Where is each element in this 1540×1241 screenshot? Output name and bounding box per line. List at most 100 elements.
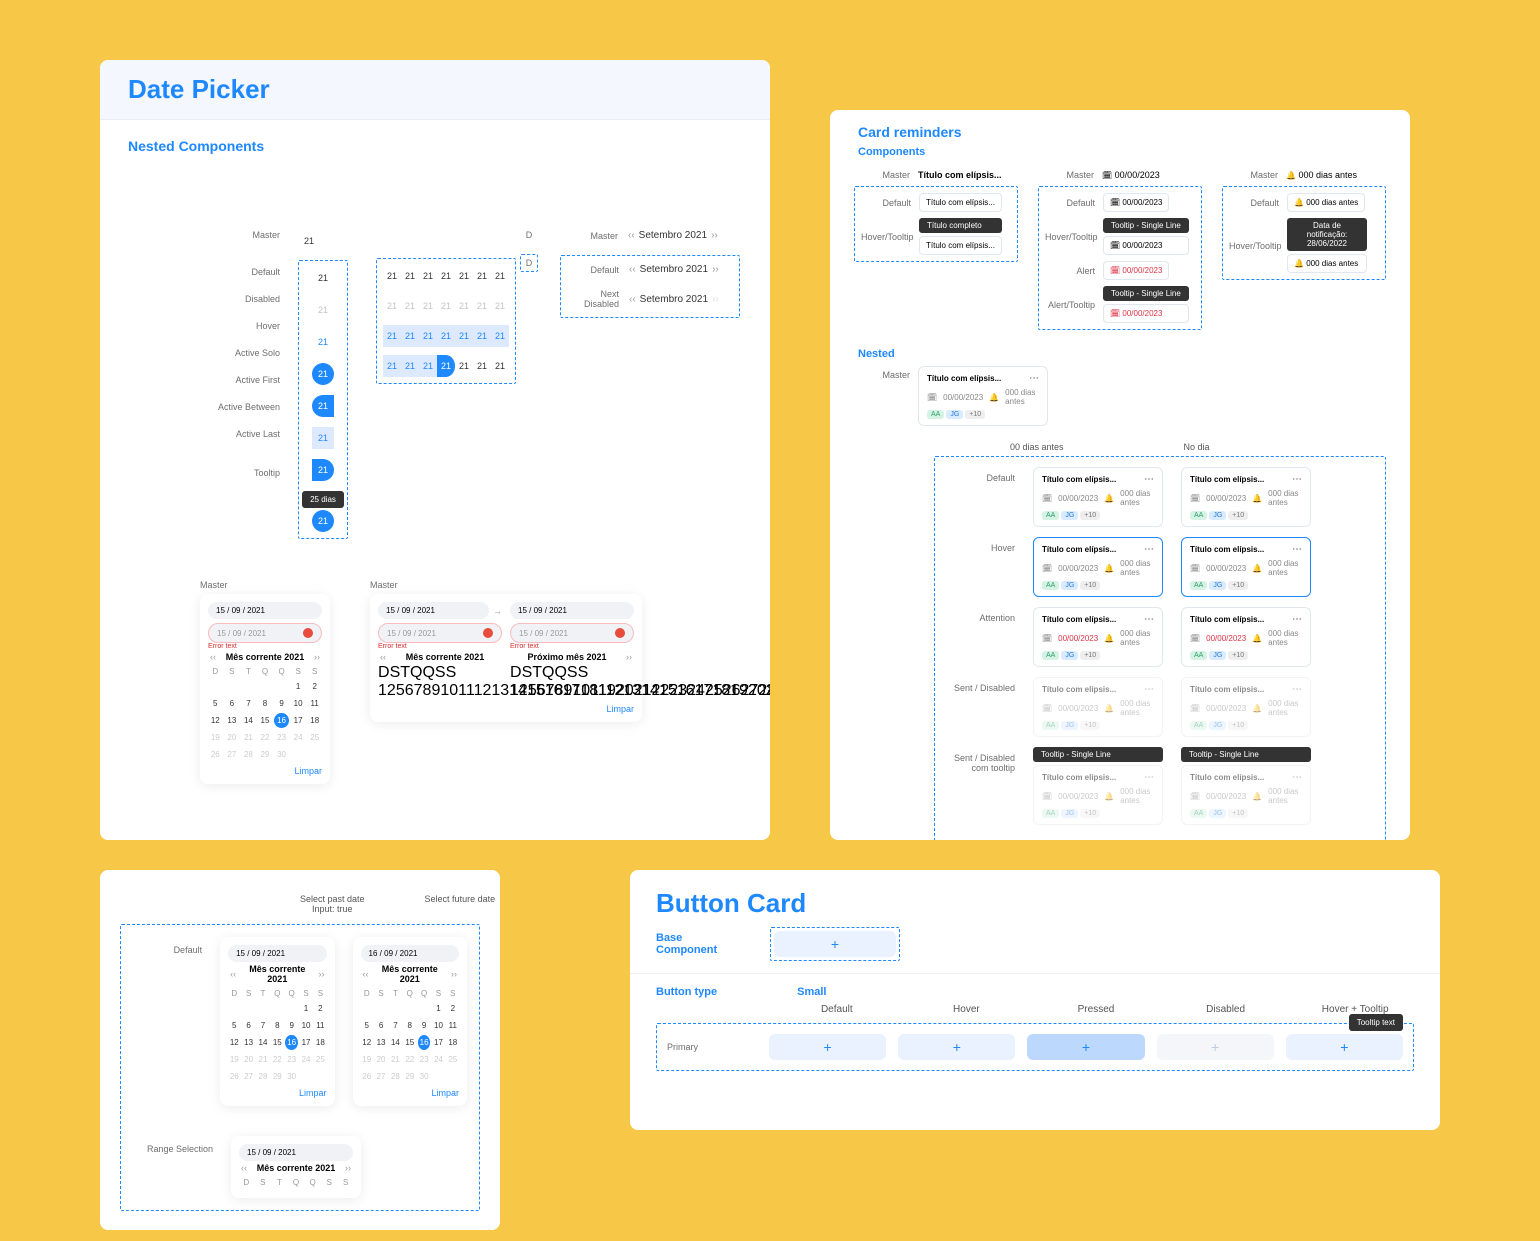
date-input[interactable]: 16 / 09 / 2021 [361,945,459,962]
more-icon[interactable]: ⋯ [1292,544,1302,555]
calendar-day[interactable]: 12 [208,713,223,728]
add-button-hover[interactable]: + [898,1034,1015,1060]
calendar-day[interactable]: 22 [258,730,273,745]
calendar-day[interactable]: 7 [389,1018,401,1033]
calendar-day[interactable]: 15 [271,1035,283,1050]
calendar-day[interactable]: 14 [257,1035,269,1050]
chip-plus[interactable]: +10 [1080,809,1100,818]
date-input[interactable]: 15 / 09 / 2021 [228,945,326,962]
calendar-day[interactable]: 7 [414,682,423,699]
date-input-err-to[interactable]: 15 / 09 / 2021 [510,623,634,643]
calendar-day[interactable]: 25 [314,1052,326,1067]
calendar-day[interactable]: 21 [257,1052,269,1067]
calendar-day[interactable]: 5 [528,682,537,699]
chevron-right-icon[interactable]: ›› [449,969,459,979]
calendar-day[interactable]: 8 [404,1018,416,1033]
date-input-from[interactable]: 15 / 09 / 2021 [378,602,489,619]
calendar-day[interactable]: 10 [432,1018,444,1033]
calendar-day[interactable]: 11 [314,1018,326,1033]
calendar-day[interactable]: 11 [590,682,605,699]
calendar-day[interactable]: 24 [432,1052,444,1067]
calendar-day[interactable]: 5 [228,1018,240,1033]
day-active-first[interactable]: 21 [312,395,334,417]
date-input-error[interactable]: 15 / 09 / 2021 [208,623,322,643]
calendar-day[interactable]: 23 [418,1052,430,1067]
calendar-day[interactable]: 7 [546,682,555,699]
calendar-day[interactable]: 9 [274,696,289,711]
calendar-day[interactable]: 20 [225,730,240,745]
clear-button[interactable]: Limpar [361,1084,459,1098]
calendar-day[interactable]: 11 [458,682,473,699]
add-button-pressed[interactable]: + [1027,1034,1144,1060]
wd[interactable]: 21 [437,325,455,347]
chevron-left-icon[interactable]: ‹‹ [378,652,388,662]
calendar-day[interactable]: 28 [241,747,256,762]
chip-plus[interactable]: +10 [1080,721,1100,730]
chevron-right-icon[interactable]: ›› [312,652,322,662]
wd[interactable]: 21 [473,265,491,287]
calendar-day[interactable]: 11 [307,696,322,711]
calendar-day[interactable]: 15 [258,713,273,728]
wd[interactable]: 21 [491,265,509,287]
calendar-day[interactable]: 18 [712,682,730,699]
add-button-hover-tt[interactable]: + [1286,1034,1403,1060]
clear-button[interactable]: Limpar [510,700,634,714]
calendar-day[interactable]: 1 [432,1001,444,1016]
calendar-day[interactable]: 2 [387,682,396,699]
calendar-day[interactable]: 19 [208,730,223,745]
clear-button[interactable]: Limpar [228,1084,326,1098]
calendar-day[interactable]: 26 [208,747,223,762]
calendar-day[interactable]: 17 [432,1035,444,1050]
chip-plus[interactable]: +10 [1228,809,1248,818]
calendar-day[interactable]: 1 [291,679,306,694]
more-icon[interactable]: ⋯ [1144,772,1154,783]
calendar-day[interactable]: 2 [447,1001,459,1016]
calendar-day[interactable]: 17 [300,1035,312,1050]
calendar-day[interactable]: 8 [258,696,273,711]
wd[interactable]: 21 [473,355,491,377]
date-alert[interactable]: 00/00/2023 [1103,261,1169,280]
calendar-day[interactable]: 2 [307,679,322,694]
calendar-day[interactable]: 23 [285,1052,297,1067]
more-icon[interactable]: ⋯ [1292,614,1302,625]
chevron-right-icon[interactable]: ›› [343,1163,353,1173]
calendar-day[interactable]: 12 [228,1035,240,1050]
calendar-day[interactable]: 13 [623,682,641,699]
calendar-day[interactable]: 29 [258,747,273,762]
calendar-day[interactable]: 30 [418,1069,430,1084]
calendar-day[interactable]: 27 [375,1069,387,1084]
calendar-day[interactable]: 15 [659,682,677,699]
calendar-day[interactable]: 23 [274,730,289,745]
chevron-right-icon[interactable]: ›› [624,652,634,662]
reminder-card[interactable]: Título com elípsis...⋯00/00/2023000 dias… [1181,765,1311,825]
reminder-card[interactable]: Título com elípsis...⋯00/00/2023000 dias… [1181,467,1311,527]
wd[interactable]: 21 [491,325,509,347]
calendar-day[interactable]: 5 [396,682,405,699]
calendar-day[interactable]: 7 [241,696,256,711]
title-hover[interactable]: Título com elípsis... [919,236,1002,255]
calendar-day[interactable]: 30 [274,747,289,762]
calendar-day[interactable]: 24 [291,730,306,745]
days-default[interactable]: 000 dias antes [1287,193,1365,212]
day-tooltip[interactable]: 21 [312,510,334,532]
title-default[interactable]: Título com elípsis... [919,193,1002,212]
calendar-day[interactable]: 16 [418,1035,430,1050]
calendar-day[interactable]: 16 [677,682,695,699]
wd[interactable]: 21 [401,325,419,347]
calendar-day[interactable]: 5 [361,1018,373,1033]
more-icon[interactable]: ⋯ [1144,614,1154,625]
calendar-day[interactable]: 28 [389,1069,401,1084]
calendar-day[interactable]: 29 [271,1069,283,1084]
wd[interactable]: 21 [455,355,473,377]
wd[interactable]: 21 [383,325,401,347]
chevron-left-icon[interactable]: ‹‹ [239,1163,249,1173]
calendar-day[interactable]: 12 [474,682,492,699]
chip-plus[interactable]: +10 [1080,511,1100,520]
add-button-default[interactable]: + [769,1034,886,1060]
chevron-left-icon[interactable]: ‹‹ [629,264,636,275]
date-alert-hover[interactable]: 00/00/2023 [1103,304,1189,323]
calendar-day[interactable]: 16 [274,713,289,728]
days-hover[interactable]: 000 dias antes [1287,254,1367,273]
calendar-day[interactable]: 19 [228,1052,240,1067]
chevron-left-icon[interactable]: ‹‹ [628,230,635,241]
